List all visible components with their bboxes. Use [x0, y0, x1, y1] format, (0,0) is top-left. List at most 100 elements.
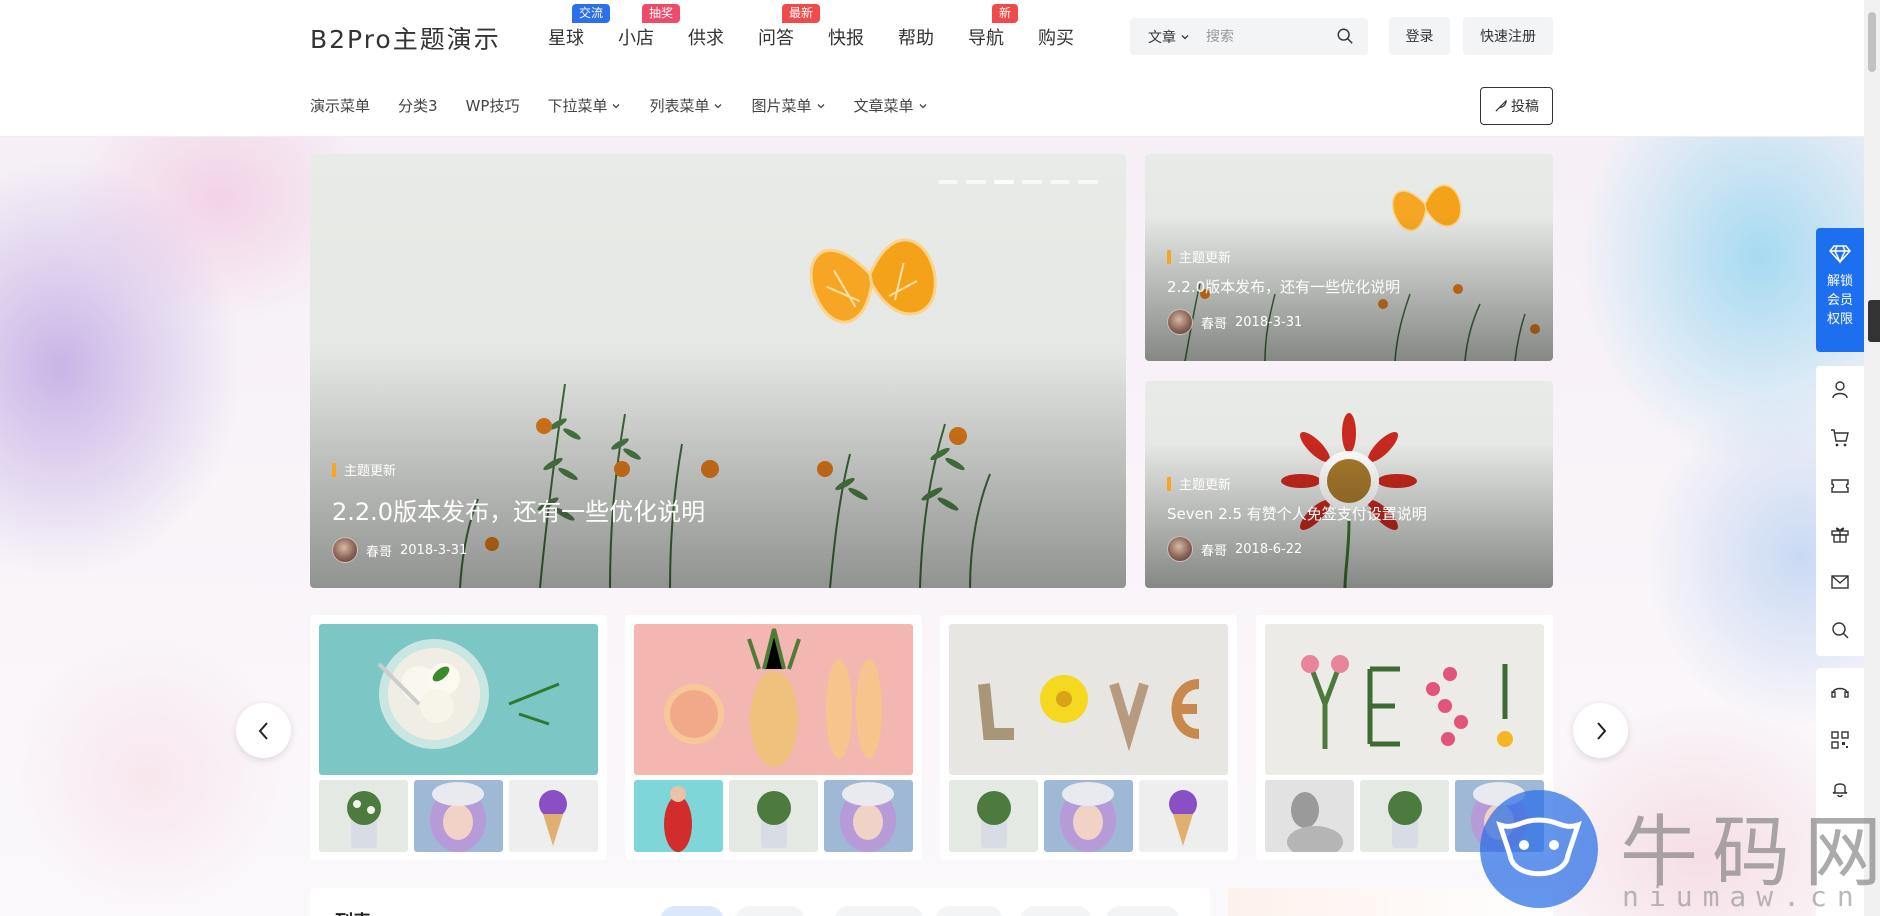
list-filter-tab[interactable] [660, 906, 724, 916]
slider-dot[interactable] [966, 180, 986, 184]
card-thumb[interactable] [729, 780, 818, 852]
card-thumb[interactable] [319, 780, 408, 852]
collection-card[interactable] [310, 615, 607, 860]
sub-nav: 演示菜单 分类3 WP技巧 下拉菜单 列表菜单 图片菜单 文章菜单 [0, 72, 1864, 137]
support-button[interactable] [1816, 668, 1864, 716]
avatar[interactable] [332, 537, 358, 563]
nav-item-xiaodian[interactable]: 小店 抽奖 [618, 4, 681, 50]
list-filter-tab[interactable] [935, 906, 1003, 916]
subnav-item-demo[interactable]: 演示菜单 [310, 95, 370, 116]
vip-unlock-button[interactable]: 解锁会员权限 [1816, 228, 1864, 352]
subnav-item-article[interactable]: 文章菜单 [854, 95, 928, 116]
slider-dot[interactable] [1050, 180, 1070, 184]
slider-dot[interactable] [1078, 180, 1098, 184]
message-icon [1831, 575, 1849, 589]
list-filter-tab[interactable] [834, 906, 924, 916]
nav-item-goumai[interactable]: 购买 [1038, 24, 1074, 50]
slide-category[interactable]: 主题更新 [332, 460, 396, 479]
register-button[interactable]: 快速注册 [1463, 17, 1553, 55]
list-filter-tab[interactable] [735, 906, 805, 916]
category-marker [1167, 476, 1171, 491]
side-post-1[interactable]: 主题更新 2.2.0版本发布，还有一些优化说明 春哥 2018-3-31 [1145, 154, 1553, 361]
search-input[interactable] [1206, 28, 1336, 45]
post-date: 2018-6-22 [1235, 541, 1303, 557]
search-icon[interactable] [1336, 27, 1354, 45]
category-marker [1167, 249, 1171, 264]
diamond-icon [1829, 245, 1851, 264]
ticket-icon [1831, 479, 1849, 493]
feather-icon [1495, 99, 1507, 112]
card-main-image[interactable] [634, 624, 913, 775]
card-thumb[interactable] [1265, 780, 1354, 852]
gift-button[interactable] [1816, 510, 1864, 558]
subnav-item-image[interactable]: 图片菜单 [751, 95, 825, 116]
card-thumb[interactable] [1139, 780, 1228, 852]
side-handle[interactable] [1868, 300, 1880, 342]
coupon-button[interactable] [1816, 462, 1864, 510]
nav-item-wenda[interactable]: 问答 最新 [758, 4, 821, 50]
card-thumb[interactable] [509, 780, 598, 852]
post-title[interactable]: 2.2.0版本发布，还有一些优化说明 [1167, 276, 1400, 297]
chevron-down-icon [1181, 34, 1189, 39]
hero-slider[interactable]: 主题更新 2.2.0版本发布，还有一些优化说明 春哥 2018-3-31 [310, 154, 1126, 588]
list-filter-tab[interactable] [1020, 906, 1092, 916]
subnav-item-category3[interactable]: 分类3 [398, 95, 438, 116]
author-name[interactable]: 春哥 [366, 541, 392, 560]
slider-dots [938, 180, 1098, 184]
page-scrollbar[interactable] [1864, 0, 1880, 916]
search-type-select[interactable]: 文章 [1148, 27, 1190, 47]
author-name[interactable]: 春哥 [1201, 540, 1227, 559]
nav-item-gongqiu[interactable]: 供求 [688, 24, 724, 50]
nav-item-daohang[interactable]: 导航新 [968, 4, 1019, 50]
post-category[interactable]: 主题更新 [1167, 474, 1231, 493]
nav-item-bangzhu[interactable]: 帮助 [898, 24, 934, 50]
card-main-image[interactable] [319, 624, 598, 775]
support-icon [1831, 687, 1849, 698]
slider-dot[interactable] [1022, 180, 1042, 184]
watermark-url: niumaw.cn [1622, 880, 1864, 913]
slider-dot-active[interactable] [994, 180, 1014, 184]
card-thumb[interactable] [1360, 780, 1449, 852]
avatar[interactable] [1167, 309, 1193, 335]
nav-item-kuaibao[interactable]: 快报 [828, 24, 864, 50]
slide-title[interactable]: 2.2.0版本发布，还有一些优化说明 [332, 492, 705, 527]
bull-icon [1496, 817, 1582, 877]
card-main-image[interactable] [1265, 624, 1544, 775]
chevron-down-icon [919, 103, 926, 108]
login-button[interactable]: 登录 [1389, 17, 1450, 55]
collection-card[interactable] [940, 615, 1237, 860]
post-date: 2018-3-31 [400, 542, 468, 558]
card-thumb[interactable] [1044, 780, 1133, 852]
nav-item-xingqiu[interactable]: 星球 交流 [548, 4, 611, 50]
carousel-prev-button[interactable] [236, 703, 291, 758]
cart-button[interactable] [1816, 414, 1864, 462]
slider-dot[interactable] [938, 180, 958, 184]
post-list-panel: 列表 [310, 888, 1210, 916]
card-thumb[interactable] [414, 780, 503, 852]
carousel-next-button[interactable] [1573, 703, 1628, 758]
subnav-item-dropdown[interactable]: 下拉菜单 [547, 95, 621, 116]
subnav-item-list[interactable]: 列表菜单 [649, 95, 723, 116]
category-marker [332, 462, 336, 477]
author-name[interactable]: 春哥 [1201, 313, 1227, 332]
message-button[interactable] [1816, 558, 1864, 606]
list-filter-tab[interactable] [1105, 906, 1180, 916]
post-category[interactable]: 主题更新 [1167, 247, 1231, 266]
site-logo[interactable]: B2Pro主题演示 [310, 20, 501, 56]
user-button[interactable] [1816, 366, 1864, 414]
post-title[interactable]: Seven 2.5 有赞个人免签支付设置说明 [1167, 503, 1427, 524]
side-post-2[interactable]: 主题更新 Seven 2.5 有赞个人免签支付设置说明 春哥 2018-6-22 [1145, 381, 1553, 588]
submit-post-button[interactable]: 投稿 [1480, 87, 1553, 125]
search-button[interactable] [1816, 606, 1864, 654]
subnav-item-wp-tips[interactable]: WP技巧 [466, 95, 520, 116]
avatar[interactable] [1167, 536, 1193, 562]
scrollbar-thumb[interactable] [1868, 12, 1876, 72]
card-thumb[interactable] [824, 780, 913, 852]
gift-icon [1831, 527, 1849, 543]
collection-card[interactable] [625, 615, 922, 860]
qrcode-button[interactable] [1816, 716, 1864, 764]
card-thumb[interactable] [949, 780, 1038, 852]
card-main-image[interactable] [949, 624, 1228, 775]
card-thumb[interactable] [634, 780, 723, 852]
nav-badge: 最新 [782, 4, 821, 23]
